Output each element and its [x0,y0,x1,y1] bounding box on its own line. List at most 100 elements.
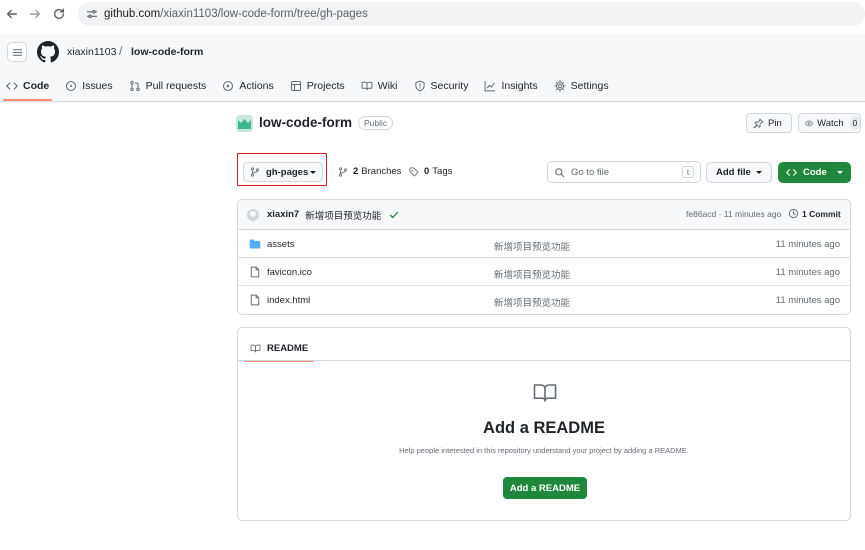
add-file-label: Add file [716,167,751,178]
gear-icon [553,80,566,92]
add-readme-button[interactable]: Add a README [503,477,587,499]
book-icon [250,344,261,352]
visibility-badge: Public [358,116,394,130]
repo-tabs: Code Issues Pull requests Actions Projec… [0,74,619,102]
book-icon [361,81,373,91]
file-table: xiaxin7 新增项目预览功能 fe86acd · 11 minutes ag… [237,199,851,315]
commit-author[interactable]: xiaxin7 [267,209,299,220]
tab-readme[interactable]: README [244,336,315,362]
table-row[interactable]: assets 新增项目预览功能 11 minutes ago [238,230,850,258]
tab-label: Security [430,80,469,92]
address-bar[interactable]: github.com/xiaxin1103/low-code-form/tree… [78,2,865,26]
tab-pull-requests[interactable]: Pull requests [123,74,213,98]
forward-button[interactable] [23,2,47,26]
file-name[interactable]: index.html [267,295,310,306]
tags-label: Tags [432,166,453,177]
watch-label: Watch [817,117,844,129]
readme-subtitle: Help people interested in this repositor… [399,446,689,455]
repo-link[interactable]: low-code-form [131,46,203,58]
browser-toolbar: github.com/xiaxin1103/low-code-form/tree… [0,0,865,28]
back-button[interactable] [0,2,24,26]
repo-avatar [236,115,253,132]
site-settings-icon[interactable] [84,6,100,22]
shortcut-key: t [682,166,694,178]
pin-icon [753,118,764,128]
tags-count: 0 [424,166,430,177]
tab-settings[interactable]: Settings [548,74,615,98]
tab-label: Insights [501,80,538,92]
url-host: github.com [104,8,161,20]
file-updated-time: 11 minutes ago [775,295,840,306]
table-icon [290,80,301,92]
menu-button[interactable] [7,42,27,62]
tags-link[interactable]: 0 Tags [409,166,452,177]
branches-count: 2 [353,166,359,177]
tab-label: Settings [570,80,609,92]
go-to-file-input[interactable]: Go to file t [547,161,701,183]
tab-label: Projects [306,80,345,92]
check-icon[interactable] [389,210,399,220]
graph-icon [485,81,496,92]
repo-title[interactable]: low-code-form [259,115,352,130]
avatar[interactable] [247,208,259,221]
pull-request-icon [129,80,140,92]
tab-issues[interactable]: Issues [59,74,118,98]
latest-commit-row: xiaxin7 新增项目预览功能 fe86acd · 11 minutes ag… [238,200,850,230]
reload-button[interactable] [47,2,71,26]
repo-header: xiaxin1103 / low-code-form Code Issues P… [0,34,865,102]
code-button[interactable]: Code [778,162,851,183]
branches-label: Branches [361,166,402,177]
tab-security[interactable]: Security [408,74,475,98]
tab-label: Wiki [377,80,398,92]
tab-code[interactable]: Code [0,74,55,101]
file-name[interactable]: assets [267,239,294,250]
book-icon [533,384,557,402]
play-icon [223,80,234,92]
add-file-button[interactable]: Add file [706,162,772,183]
table-row[interactable]: index.html 新增项目预览功能 11 minutes ago [238,286,850,314]
commit-hash-time[interactable]: fe86acd · 11 minutes ago [686,209,781,219]
code-icon [786,169,797,176]
file-commit-message[interactable]: 新增项目预览功能 [494,267,570,281]
table-row[interactable]: favicon.ico 新增项目预览功能 11 minutes ago [238,258,850,286]
commit-history-link[interactable]: 1 Commit [788,208,841,219]
divider [238,360,850,361]
watch-count: 0 [849,116,860,130]
annotation-highlight-box [237,153,327,186]
pin-label: Pin [768,117,782,129]
history-icon [788,208,799,219]
folder-icon [249,239,261,249]
file-commit-message[interactable]: 新增项目预览功能 [494,239,570,253]
pin-button[interactable]: Pin [746,113,792,133]
branch-icon [338,166,348,177]
arrow-right-icon [29,9,41,19]
file-updated-time: 11 minutes ago [775,239,840,250]
tab-insights[interactable]: Insights [478,74,543,98]
code-label: Code [803,167,827,178]
tab-wiki[interactable]: Wiki [355,74,404,98]
commit-count-label: 1 Commit [802,208,841,219]
github-logo-icon[interactable] [37,41,59,63]
tab-projects[interactable]: Projects [284,74,351,98]
search-icon [555,167,565,177]
file-name[interactable]: favicon.ico [267,267,312,278]
tab-label: Actions [239,80,274,92]
readme-tab-label: README [267,342,309,354]
tab-actions[interactable]: Actions [216,74,279,98]
owner-link[interactable]: xiaxin1103 [67,46,116,58]
go-to-file-placeholder: Go to file [571,166,610,178]
tab-label: Pull requests [145,80,207,92]
code-icon [6,82,18,90]
commit-message[interactable]: 新增项目预览功能 [305,208,381,222]
file-updated-time: 11 minutes ago [775,267,840,278]
file-icon [250,294,260,306]
watch-button[interactable]: Watch 0 [798,113,861,133]
branches-link[interactable]: 2 Branches [338,166,401,177]
tab-label: Code [23,80,50,92]
hamburger-icon [12,48,22,56]
caret-down-icon [756,171,762,174]
issue-icon [66,80,77,92]
url-path: /xiaxin1103/low-code-form/tree/gh-pages [160,8,368,20]
file-commit-message[interactable]: 新增项目预览功能 [494,295,570,309]
url-text: github.com/xiaxin1103/low-code-form/tree… [104,8,368,20]
